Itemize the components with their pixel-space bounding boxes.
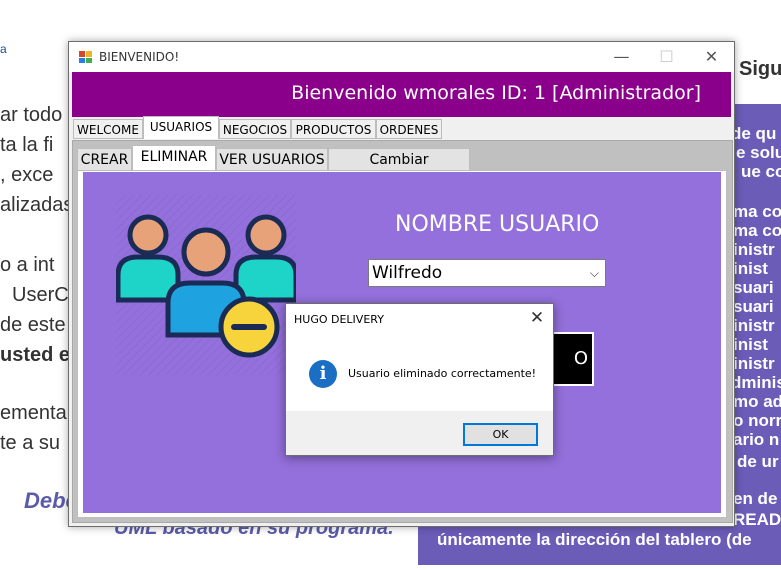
dialog-message: Usuario eliminado correctamente! <box>348 367 537 380</box>
maximize-button[interactable]: ☐ <box>644 42 689 72</box>
welcome-text: Bienvenido wmorales ID: 1 [Administrador… <box>291 82 701 104</box>
info-icon: i <box>309 360 337 388</box>
dialog-footer: OK <box>286 411 553 455</box>
bg-right-line: inistr <box>733 240 775 259</box>
dialog-close-button[interactable]: ✕ <box>527 308 547 328</box>
minimize-button[interactable]: — <box>599 42 644 72</box>
usuario-select[interactable]: Wilfredo ⌵ <box>368 259 606 287</box>
bg-right-line: inist <box>733 335 768 354</box>
bg-right-line: ma co <box>733 221 781 240</box>
usuario-select-value: Wilfredo <box>372 263 443 283</box>
welcome-header: Bienvenido wmorales ID: 1 [Administrador… <box>72 72 731 117</box>
bg-right-line: en de <box>733 489 778 508</box>
tab-ordenes[interactable]: ORDENES <box>376 119 442 139</box>
bg-line: o a int <box>0 254 55 276</box>
bg-line: ta la fi <box>0 134 54 156</box>
close-button[interactable]: ✕ <box>689 42 734 72</box>
bg-right-line: dminis <box>731 373 781 392</box>
bg-right-line: inist <box>733 259 768 278</box>
bg-fragment: a <box>0 42 7 56</box>
tab-negocios[interactable]: NEGOCIOS <box>219 119 291 139</box>
bg-right-line: suari <box>733 297 774 316</box>
bg-right-title: Sigu <box>739 58 781 80</box>
bg-line: UserC <box>12 284 69 306</box>
bg-right-line: inistr <box>733 354 775 373</box>
nombre-usuario-label: NOMBRE USUARIO <box>395 212 600 237</box>
bg-line: te a su <box>0 432 61 454</box>
bg-right-line: inistr <box>733 316 775 335</box>
app-icon <box>79 51 92 63</box>
bg-right-line: ma co <box>733 202 781 221</box>
tab-crear[interactable]: CREAR <box>77 148 132 171</box>
bg-right-line: mo ad <box>733 392 781 411</box>
tab-cambiar-contrasena[interactable]: Cambiar Contraseña <box>328 148 470 191</box>
message-dialog: HUGO DELIVERY ✕ i Usuario eliminado corr… <box>285 303 554 456</box>
bg-right-line: READ <box>733 510 781 529</box>
bg-line: de este <box>0 314 66 336</box>
bg-line: alizadas <box>0 194 74 216</box>
chevron-down-icon: ⌵ <box>589 266 599 280</box>
main-tab-bar: WELCOME USUARIOS NEGOCIOS PRODUCTOS ORDE… <box>73 116 733 141</box>
tab-eliminar[interactable]: ELIMINAR <box>132 145 216 171</box>
bg-right-line: únicamente la dirección del tablero (de <box>437 530 752 549</box>
bg-right-line: de qu <box>731 124 777 143</box>
bg-line: ementa <box>0 402 67 424</box>
tab-welcome[interactable]: WELCOME <box>73 119 143 139</box>
bg-right-line: suari <box>733 278 774 297</box>
title-bar[interactable]: BIENVENIDO! — ☐ ✕ <box>69 42 734 72</box>
bg-line: ar todo <box>0 104 63 126</box>
users-remove-icon <box>116 195 296 375</box>
bg-right-line: e solu <box>736 143 781 162</box>
tab-productos[interactable]: PRODUCTOS <box>291 119 376 139</box>
bg-right-line: ario n <box>733 430 780 449</box>
tab-usuarios[interactable]: USUARIOS <box>143 116 219 139</box>
sub-tab-bar: CREAR ELIMINAR VER USUARIOS Cambiar Cont… <box>77 145 477 191</box>
bg-right-line: ue co <box>741 162 781 181</box>
dialog-title: HUGO DELIVERY <box>294 313 384 326</box>
window-title: BIENVENIDO! <box>99 50 180 64</box>
bg-line: , exce <box>0 164 54 186</box>
bg-right-line: de ur <box>737 452 779 471</box>
tab-ver-usuarios[interactable]: VER USUARIOS <box>216 148 328 171</box>
bg-right-line: o norr <box>733 411 781 430</box>
ok-button[interactable]: OK <box>463 423 538 446</box>
